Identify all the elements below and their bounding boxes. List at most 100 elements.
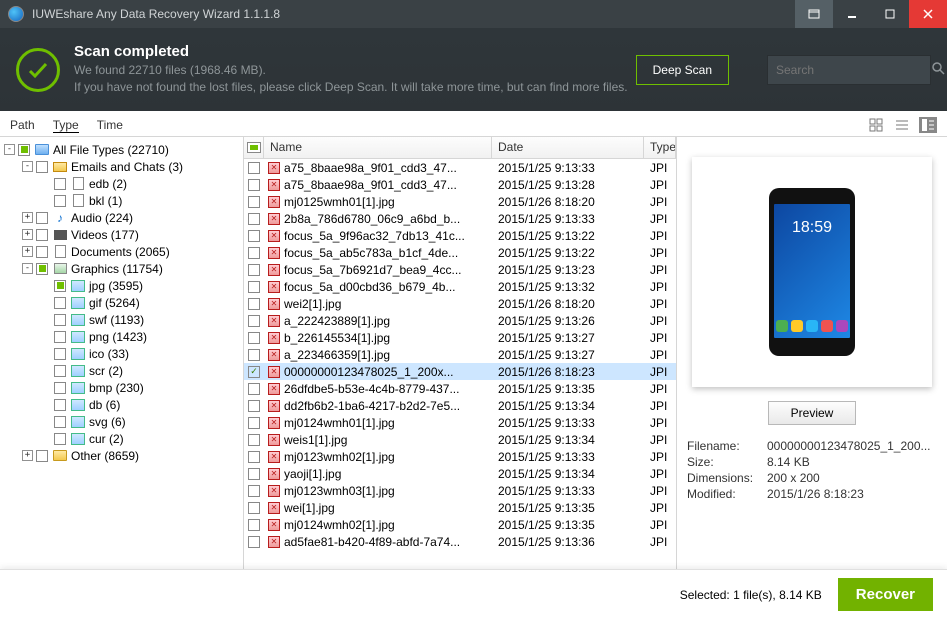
row-checkbox[interactable] <box>248 315 260 327</box>
tree-checkbox[interactable] <box>54 314 66 326</box>
tree-checkbox[interactable] <box>36 263 48 275</box>
tree-item[interactable]: swf (1193) <box>4 311 239 328</box>
row-checkbox[interactable] <box>248 519 260 531</box>
row-checkbox[interactable] <box>248 485 260 497</box>
row-checkbox[interactable] <box>248 451 260 463</box>
list-row[interactable]: ✕a75_8baae98a_9f01_cdd3_47...2015/1/25 9… <box>244 176 676 193</box>
minimize-button[interactable] <box>833 0 871 28</box>
tree-checkbox[interactable] <box>54 195 66 207</box>
tree-checkbox[interactable] <box>36 229 48 241</box>
tree-checkbox[interactable] <box>54 280 66 292</box>
tab-path[interactable]: Path <box>10 118 35 133</box>
row-checkbox[interactable] <box>248 264 260 276</box>
row-checkbox[interactable] <box>248 230 260 242</box>
expand-toggle[interactable]: + <box>22 450 33 461</box>
window-mode-button[interactable] <box>795 0 833 28</box>
view-list-icon[interactable] <box>893 117 911 133</box>
col-checkbox[interactable] <box>244 137 264 158</box>
tree-checkbox[interactable] <box>36 450 48 462</box>
list-row[interactable]: ✕focus_5a_d00cbd36_b679_4b...2015/1/25 9… <box>244 278 676 295</box>
list-row[interactable]: ✕mj0125wmh01[1].jpg2015/1/26 8:18:20JPI <box>244 193 676 210</box>
col-type[interactable]: Type <box>644 137 676 158</box>
tree-item[interactable]: gif (5264) <box>4 294 239 311</box>
close-button[interactable] <box>909 0 947 28</box>
list-row[interactable]: ✕a_222423889[1].jpg2015/1/25 9:13:26JPI <box>244 312 676 329</box>
list-row[interactable]: ✕ad5fae81-b420-4f89-abfd-7a74...2015/1/2… <box>244 533 676 550</box>
tree-item[interactable]: +Documents (2065) <box>4 243 239 260</box>
list-row[interactable]: ✕yaoji[1].jpg2015/1/25 9:13:34JPI <box>244 465 676 482</box>
tree-checkbox[interactable] <box>54 297 66 309</box>
list-row[interactable]: ✕dd2fb6b2-1ba6-4217-b2d2-7e5...2015/1/25… <box>244 397 676 414</box>
expand-toggle[interactable]: - <box>22 161 33 172</box>
tree-item[interactable]: -Emails and Chats (3) <box>4 158 239 175</box>
list-body[interactable]: ✕a75_8baae98a_9f01_cdd3_47...2015/1/25 9… <box>244 159 676 569</box>
tree-item[interactable]: -All File Types (22710) <box>4 141 239 158</box>
tree-checkbox[interactable] <box>18 144 30 156</box>
row-checkbox[interactable] <box>248 179 260 191</box>
list-row[interactable]: ✕mj0123wmh02[1].jpg2015/1/25 9:13:33JPI <box>244 448 676 465</box>
list-row[interactable]: ✕a_223466359[1].jpg2015/1/25 9:13:27JPI <box>244 346 676 363</box>
tree-item[interactable]: +Videos (177) <box>4 226 239 243</box>
list-row[interactable]: ✕a75_8baae98a_9f01_cdd3_47...2015/1/25 9… <box>244 159 676 176</box>
row-checkbox[interactable] <box>248 383 260 395</box>
view-grid-icon[interactable] <box>867 117 885 133</box>
tree-item[interactable]: jpg (3595) <box>4 277 239 294</box>
list-row[interactable]: ✕wei[1].jpg2015/1/25 9:13:35JPI <box>244 499 676 516</box>
row-checkbox[interactable] <box>248 468 260 480</box>
search-box[interactable] <box>767 55 931 85</box>
tree-item[interactable]: svg (6) <box>4 413 239 430</box>
col-date[interactable]: Date <box>492 137 644 158</box>
tree-item[interactable]: +Other (8659) <box>4 447 239 464</box>
tree-checkbox[interactable] <box>36 212 48 224</box>
list-row[interactable]: ✕b_226145534[1].jpg2015/1/25 9:13:27JPI <box>244 329 676 346</box>
list-row[interactable]: ✕mj0124wmh02[1].jpg2015/1/25 9:13:35JPI <box>244 516 676 533</box>
row-checkbox[interactable] <box>248 281 260 293</box>
tree-checkbox[interactable] <box>54 433 66 445</box>
list-row[interactable]: ✓✕00000000123478025_1_200x...2015/1/26 8… <box>244 363 676 380</box>
row-checkbox[interactable] <box>248 417 260 429</box>
maximize-button[interactable] <box>871 0 909 28</box>
tab-type[interactable]: Type <box>53 118 79 133</box>
tree-checkbox[interactable] <box>54 365 66 377</box>
list-row[interactable]: ✕26dfdbe5-b53e-4c4b-8779-437...2015/1/25… <box>244 380 676 397</box>
expand-toggle[interactable]: + <box>22 229 33 240</box>
recover-button[interactable]: Recover <box>838 578 933 611</box>
row-checkbox[interactable] <box>248 502 260 514</box>
row-checkbox[interactable] <box>248 213 260 225</box>
tree-checkbox[interactable] <box>36 246 48 258</box>
tab-time[interactable]: Time <box>97 118 123 133</box>
expand-toggle[interactable]: + <box>22 246 33 257</box>
list-row[interactable]: ✕wei2[1].jpg2015/1/26 8:18:20JPI <box>244 295 676 312</box>
list-row[interactable]: ✕focus_5a_ab5c783a_b1cf_4de...2015/1/25 … <box>244 244 676 261</box>
tree-item[interactable]: png (1423) <box>4 328 239 345</box>
tree-item[interactable]: cur (2) <box>4 430 239 447</box>
view-detail-icon[interactable] <box>919 117 937 133</box>
list-row[interactable]: ✕mj0124wmh01[1].jpg2015/1/25 9:13:33JPI <box>244 414 676 431</box>
list-row[interactable]: ✕2b8a_786d6780_06c9_a6bd_b...2015/1/25 9… <box>244 210 676 227</box>
expand-toggle[interactable]: - <box>22 263 33 274</box>
tree-checkbox[interactable] <box>54 178 66 190</box>
col-name[interactable]: Name <box>264 137 492 158</box>
row-checkbox[interactable] <box>248 247 260 259</box>
expand-toggle[interactable]: + <box>22 212 33 223</box>
tree-item[interactable]: +♪Audio (224) <box>4 209 239 226</box>
search-input[interactable] <box>776 63 931 77</box>
tree-checkbox[interactable] <box>54 348 66 360</box>
tree-item[interactable]: edb (2) <box>4 175 239 192</box>
expand-toggle[interactable]: - <box>4 144 15 155</box>
row-checkbox[interactable] <box>248 536 260 548</box>
tree-checkbox[interactable] <box>54 399 66 411</box>
tree-checkbox[interactable] <box>54 382 66 394</box>
preview-button[interactable]: Preview <box>768 401 857 425</box>
list-row[interactable]: ✕focus_5a_7b6921d7_bea9_4cc...2015/1/25 … <box>244 261 676 278</box>
row-checkbox[interactable] <box>248 196 260 208</box>
tree-item[interactable]: scr (2) <box>4 362 239 379</box>
row-checkbox[interactable] <box>248 434 260 446</box>
list-row[interactable]: ✕mj0123wmh03[1].jpg2015/1/25 9:13:33JPI <box>244 482 676 499</box>
tree-checkbox[interactable] <box>54 416 66 428</box>
tree-item[interactable]: bmp (230) <box>4 379 239 396</box>
tree-item[interactable]: bkl (1) <box>4 192 239 209</box>
tree-checkbox[interactable] <box>54 331 66 343</box>
row-checkbox[interactable] <box>248 162 260 174</box>
deep-scan-button[interactable]: Deep Scan <box>636 55 729 85</box>
